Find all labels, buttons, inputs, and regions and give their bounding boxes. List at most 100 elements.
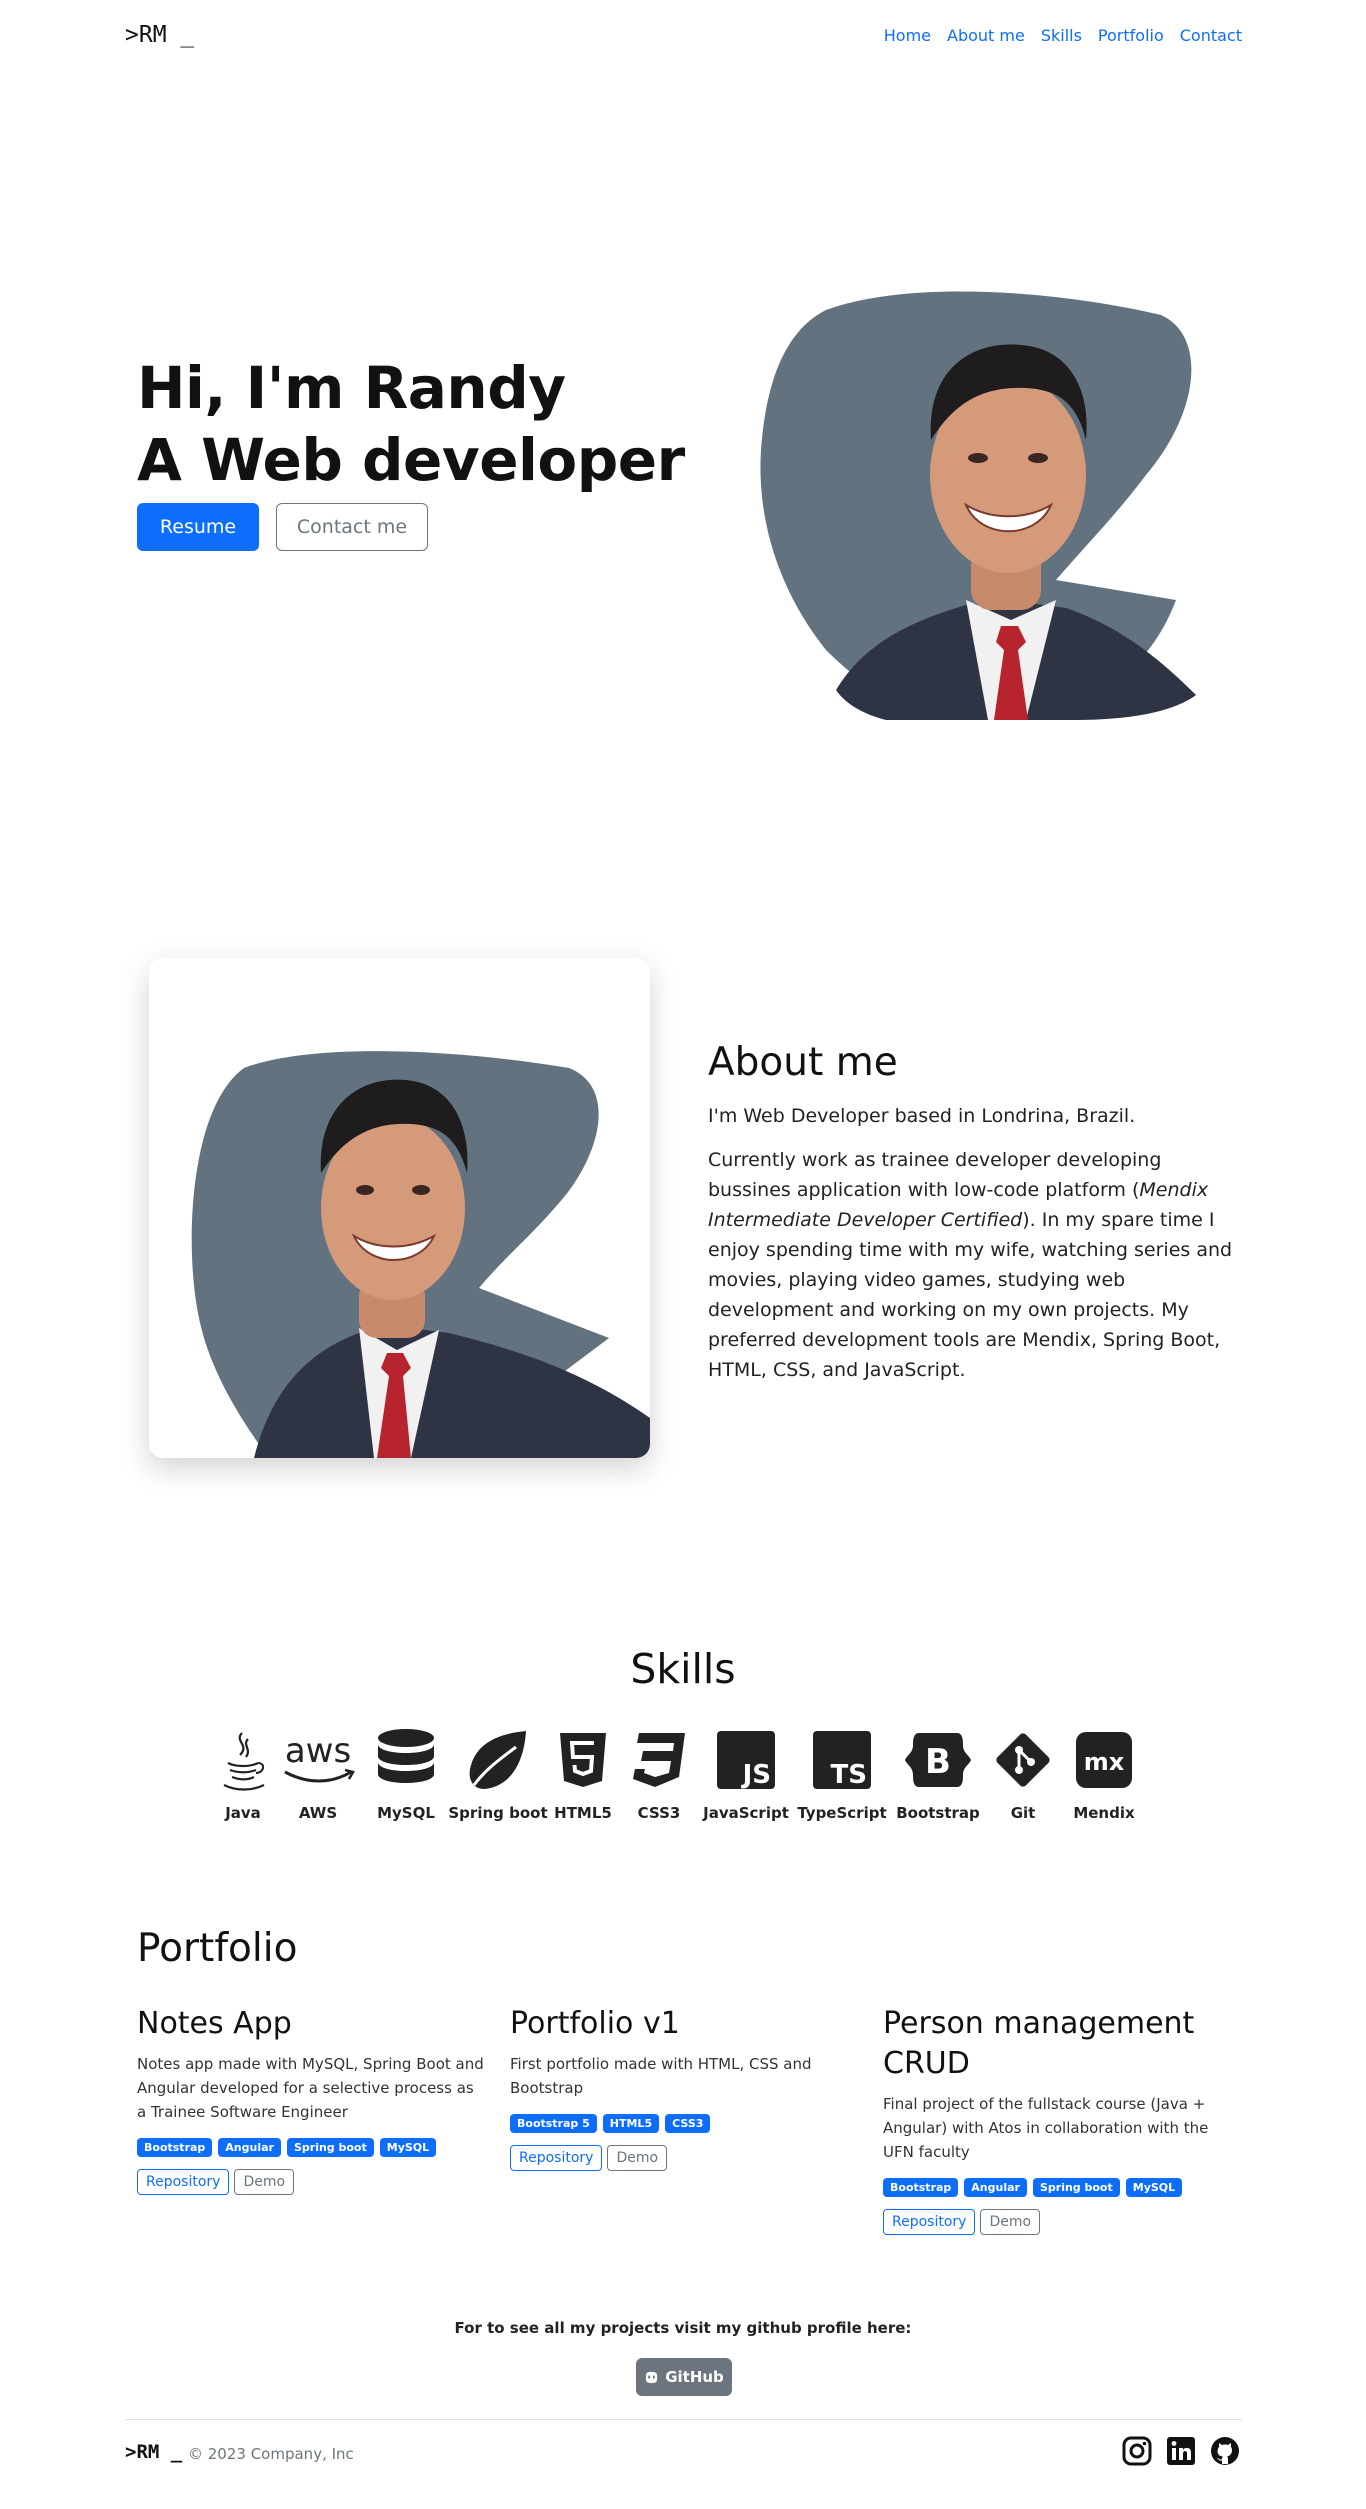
skill-label: JavaScript <box>703 1804 789 1822</box>
typescript-icon: TS <box>813 1728 871 1792</box>
svg-text:JS: JS <box>741 1760 771 1789</box>
about-intro: I'm Web Developer based in Londrina, Bra… <box>708 1105 1136 1127</box>
repository-button[interactable]: Repository <box>137 2169 230 2195</box>
svg-text:TS: TS <box>831 1760 867 1789</box>
skill-label: Mendix <box>1073 1804 1135 1822</box>
skill-label: MySQL <box>377 1804 435 1822</box>
portfolio-title: Portfolio <box>137 1926 298 1971</box>
skill-typescript: TS TypeScript <box>794 1728 890 1822</box>
tech-badge: Bootstrap 5 <box>510 2114 597 2133</box>
project-links: Repository Demo <box>510 2145 860 2171</box>
tech-badge: CSS3 <box>665 2114 711 2133</box>
tech-badge: Spring boot <box>286 2138 374 2157</box>
project-description: First portfolio made with HTML, CSS and … <box>510 2055 812 2097</box>
about-body-start: Currently work as trainee developer deve… <box>708 1149 1162 1201</box>
project-title: Notes App <box>137 2006 292 2041</box>
skill-label: HTML5 <box>554 1804 612 1822</box>
git-icon <box>993 1728 1053 1792</box>
skill-html5: HTML5 <box>546 1728 620 1822</box>
skill-spring: Spring boot <box>448 1728 548 1822</box>
tech-badge: Bootstrap <box>137 2138 213 2157</box>
demo-button[interactable]: Demo <box>234 2169 295 2195</box>
skill-label: Git <box>1010 1804 1036 1822</box>
skill-bootstrap: B Bootstrap <box>890 1728 986 1822</box>
skill-java: Java <box>212 1728 274 1822</box>
hero-role: A Web developer <box>137 426 685 494</box>
css3-icon <box>631 1728 687 1792</box>
aws-icon: aws <box>277 1728 359 1792</box>
repository-button[interactable]: Repository <box>510 2145 603 2171</box>
project-description: Final project of the fullstack course (J… <box>883 2095 1209 2161</box>
nav-skills[interactable]: Skills <box>1041 26 1082 45</box>
github-button-label: GitHub <box>665 2368 724 2386</box>
about-photo-card <box>149 958 650 1458</box>
instagram-icon[interactable] <box>1122 2436 1152 2466</box>
java-icon <box>220 1728 266 1792</box>
portrait-eye-left <box>968 453 988 463</box>
tech-badge: MySQL <box>1125 2178 1183 2197</box>
skill-git: Git <box>986 1728 1060 1822</box>
github-icon <box>646 2371 658 2383</box>
project-tags: Bootstrap Angular Spring boot MySQL <box>137 2138 487 2157</box>
footer-divider <box>125 2419 1242 2420</box>
repository-button[interactable]: Repository <box>883 2209 976 2235</box>
project-card: Portfolio v1 First portfolio made with H… <box>510 2004 860 2171</box>
hero-portrait <box>760 291 1196 720</box>
nav-about[interactable]: About me <box>947 26 1025 45</box>
tech-badge: HTML5 <box>602 2114 660 2133</box>
project-links: Repository Demo <box>883 2209 1233 2235</box>
project-card: Notes App Notes app made with MySQL, Spr… <box>137 2004 487 2195</box>
tech-badge: Spring boot <box>1032 2178 1120 2197</box>
portrait-eye-left <box>356 1185 374 1195</box>
contact-me-button[interactable]: Contact me <box>276 503 428 551</box>
database-icon <box>376 1728 436 1792</box>
footer-copyright: © 2023 Company, Inc <box>188 2445 354 2463</box>
project-tags: Bootstrap 5 HTML5 CSS3 <box>510 2114 860 2133</box>
nav-contact[interactable]: Contact <box>1180 26 1242 45</box>
hero-heading: Hi, I'm Randy A Web developer <box>137 352 685 496</box>
about-title: About me <box>708 1040 898 1085</box>
tech-badge: MySQL <box>379 2138 437 2157</box>
skill-mysql: MySQL <box>362 1728 450 1822</box>
top-nav: Home About me Skills Portfolio Contact <box>884 26 1242 45</box>
tech-badge: Angular <box>964 2178 1027 2197</box>
hero-greeting: Hi, I'm Randy <box>137 354 566 422</box>
portrait-eye-right <box>412 1185 430 1195</box>
about-body-end: ). In my spare time I enjoy spending tim… <box>708 1209 1233 1381</box>
html5-icon <box>558 1728 608 1792</box>
bootstrap-icon: B <box>905 1728 971 1792</box>
skills-list: Java aws AWS MySQL Spring boot HTML5 CSS… <box>212 1728 1148 1822</box>
skill-label: AWS <box>298 1804 338 1822</box>
github-prompt: For to see all my projects visit my gith… <box>454 2319 912 2337</box>
skill-label: TypeScript <box>797 1804 887 1822</box>
project-tags: Bootstrap Angular Spring boot MySQL <box>883 2178 1233 2197</box>
javascript-icon: JS <box>717 1728 775 1792</box>
github-icon[interactable] <box>1210 2436 1240 2466</box>
demo-button[interactable]: Demo <box>980 2209 1041 2235</box>
skill-label: Spring boot <box>448 1804 548 1822</box>
tech-badge: Angular <box>218 2138 281 2157</box>
portrait-eye-right <box>1028 453 1048 463</box>
project-description: Notes app made with MySQL, Spring Boot a… <box>137 2055 484 2121</box>
linkedin-icon[interactable] <box>1166 2436 1196 2466</box>
skill-label: CSS3 <box>637 1804 681 1822</box>
nav-home[interactable]: Home <box>884 26 931 45</box>
about-portrait <box>191 1051 650 1458</box>
mendix-icon: mx <box>1076 1728 1132 1792</box>
social-links <box>1122 2436 1240 2466</box>
project-title: Portfolio v1 <box>510 2006 680 2041</box>
github-button[interactable]: GitHub <box>636 2358 732 2396</box>
about-body: Currently work as trainee developer deve… <box>708 1145 1238 1385</box>
resume-button[interactable]: Resume <box>137 503 259 551</box>
svg-text:B: B <box>925 1742 951 1782</box>
footer-brand[interactable]: >RM _ <box>125 2441 182 2463</box>
brand-logo[interactable]: >RM _ <box>125 22 194 48</box>
nav-portfolio[interactable]: Portfolio <box>1098 26 1164 45</box>
skill-label: Bootstrap <box>896 1804 980 1822</box>
demo-button[interactable]: Demo <box>607 2145 668 2171</box>
project-links: Repository Demo <box>137 2169 487 2195</box>
project-card: Person management CRUD Final project of … <box>883 2004 1233 2235</box>
skills-title: Skills <box>630 1645 736 1693</box>
spring-leaf-icon <box>466 1728 530 1792</box>
skill-aws: aws AWS <box>274 1728 362 1822</box>
